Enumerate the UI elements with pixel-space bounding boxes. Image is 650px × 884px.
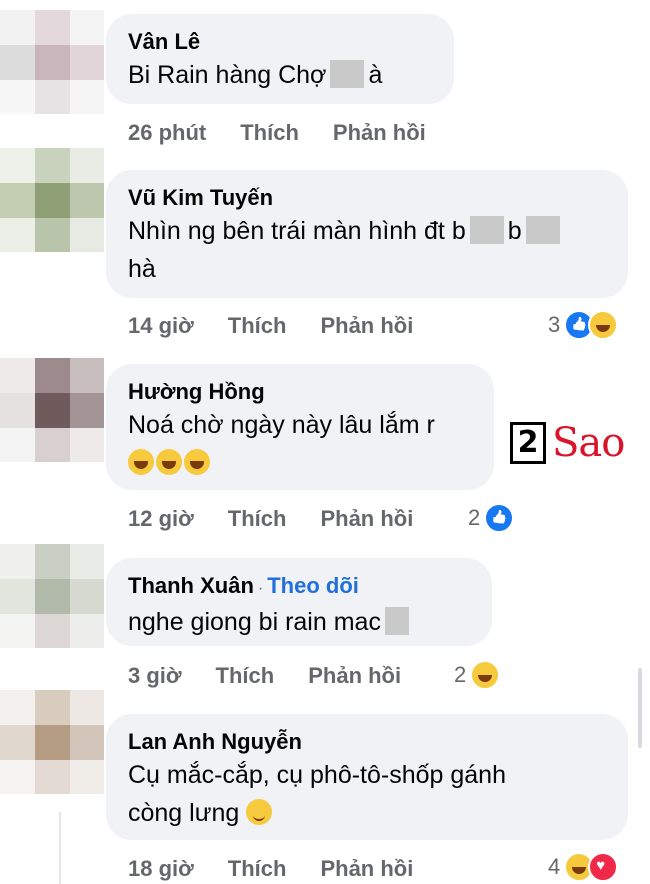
avatar[interactable] (0, 358, 104, 462)
reaction-count: 2 (454, 662, 467, 687)
comment-time[interactable]: 3 giờ (128, 663, 182, 688)
reply-button[interactable]: Phản hồi (308, 663, 401, 688)
logo-box: 2 (510, 422, 546, 464)
commenter-name[interactable]: Hường Hồng (128, 378, 472, 406)
comment-bubble: Hường Hồng Noá chờ ngày này lâu lắm r (106, 364, 494, 490)
censor-block (384, 607, 409, 635)
logo-text: Sao (552, 420, 625, 466)
avatar[interactable] (0, 10, 104, 114)
reply-button[interactable]: Phản hồi (320, 313, 413, 338)
reply-button[interactable]: Phản hồi (333, 120, 426, 145)
comment-text: Noá chờ ngày này lâu lắm r (128, 406, 472, 482)
like-button[interactable]: Thích (240, 120, 299, 145)
thread-line (59, 812, 61, 884)
avatar[interactable] (0, 690, 104, 794)
comment-text: nghe giong bi rain mac (128, 603, 470, 641)
2sao-watermark-logo: 2 Sao (510, 420, 625, 466)
follow-button[interactable]: Theo dõi (267, 573, 359, 598)
comment-time[interactable]: 18 giờ (128, 856, 194, 881)
censor-block (469, 216, 504, 244)
comment-time[interactable]: 26 phút (128, 120, 206, 145)
comment-actions: 12 giờ Thích Phản hồi (128, 506, 447, 532)
commenter-name-link[interactable]: Thanh Xuân (128, 573, 254, 598)
like-button[interactable]: Thích (228, 313, 287, 338)
reaction-count: 3 (548, 312, 561, 337)
like-button[interactable]: Thích (228, 506, 287, 531)
censor-block (525, 216, 560, 244)
commenter-name[interactable]: Lan Anh Nguyễn (128, 728, 606, 756)
comment-actions: 18 giờ Thích Phản hồi (128, 856, 447, 882)
scrollbar[interactable] (638, 668, 642, 748)
comment-time[interactable]: 12 giờ (128, 506, 194, 531)
like-button[interactable]: Thích (216, 663, 275, 688)
comment-bubble: Thanh Xuân · Theo dõi nghe giong bi rain m… (106, 558, 492, 646)
reaction-summary[interactable]: 2 (454, 660, 501, 690)
comment-actions: 26 phút Thích Phản hồi (128, 120, 460, 146)
haha-reaction-icon (470, 660, 501, 690)
avatar[interactable] (0, 544, 104, 648)
comment-actions: 3 giờ Thích Phản hồi (128, 663, 435, 689)
reply-button[interactable]: Phản hồi (320, 506, 413, 531)
commenter-name: Thanh Xuân · Theo dõi (128, 572, 470, 603)
relieved-emoji-icon (246, 799, 273, 825)
commenter-name[interactable]: Vũ Kim Tuyến (128, 184, 606, 212)
reaction-summary[interactable]: 4 (548, 852, 619, 882)
reaction-count: 4 (548, 854, 561, 879)
reaction-summary[interactable]: 2 (468, 503, 515, 533)
commenter-name[interactable]: Vân Lê (128, 28, 432, 56)
reply-button[interactable]: Phản hồi (320, 856, 413, 881)
love-reaction-icon (588, 852, 619, 882)
comment-time[interactable]: 14 giờ (128, 313, 194, 338)
like-button[interactable]: Thích (228, 856, 287, 881)
avatar[interactable] (0, 148, 104, 252)
comment-bubble: Lan Anh Nguyễn Cụ mắc-cắp, cụ phô-tô-shố… (106, 714, 628, 840)
comment-text: Nhìn ng bên trái màn hình đt b b hà (128, 212, 606, 288)
comment-bubble: Vân Lê Bi Rain hàng Chợ à (106, 14, 454, 104)
laughing-crying-emoji-icon (156, 449, 182, 475)
censor-block (330, 60, 365, 88)
haha-reaction-icon (588, 310, 619, 340)
reaction-summary[interactable]: 3 (548, 310, 619, 340)
like-reaction-icon (484, 503, 515, 533)
reaction-count: 2 (468, 505, 481, 530)
separator-dot: · (257, 580, 264, 597)
comment-bubble: Vũ Kim Tuyến Nhìn ng bên trái màn hình đ… (106, 170, 628, 298)
comment-text: Cụ mắc-cắp, cụ phô-tô-shốp gánh còng lưng (128, 761, 506, 827)
comment-text: Bi Rain hàng Chợ à (128, 60, 383, 89)
comment-actions: 14 giờ Thích Phản hồi (128, 313, 447, 339)
laughing-crying-emoji-icon (184, 449, 210, 475)
laughing-crying-emoji-icon (128, 449, 154, 475)
